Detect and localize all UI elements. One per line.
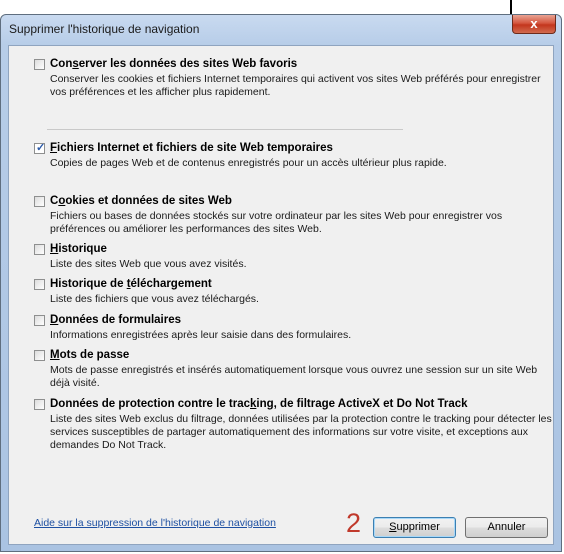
checkbox-formulaires[interactable] [34, 315, 45, 326]
checkbox-tracking[interactable] [34, 399, 45, 410]
dialog-body: Conserver les données des sites Web favo… [8, 45, 554, 545]
option-description: Informations enregistrées après leur sai… [50, 329, 352, 341]
checkbox-telechargement[interactable] [34, 279, 45, 290]
option-label[interactable]: Fichiers Internet et fichiers de site We… [50, 142, 333, 154]
dialog-window: Supprimer l'historique de navigation x C… [0, 14, 562, 552]
cancel-button[interactable]: Annuler [465, 517, 548, 538]
separator [47, 129, 403, 130]
checkbox-temp[interactable]: ✓ [34, 142, 46, 154]
option-description: Mots de passe enregistrés et insérés aut… [50, 364, 538, 389]
option-label[interactable]: Mots de passe [50, 349, 129, 361]
background-mark [510, 0, 512, 14]
cancel-button-label: Annuler [487, 521, 526, 533]
option-description: Liste des sites Web que vous avez visité… [50, 258, 247, 270]
annotation-number: 2 [346, 508, 362, 538]
help-link[interactable]: Aide sur la suppression de l'historique … [34, 517, 276, 529]
window-title: Supprimer l'historique de navigation [9, 22, 200, 36]
option-label[interactable]: Historique de téléchargement [50, 278, 212, 290]
option-description: Conserver les cookies et fichiers Intern… [50, 73, 541, 98]
checkbox-favoris[interactable] [34, 59, 45, 70]
option-label[interactable]: Historique [50, 243, 107, 255]
option-description: Liste des fichiers que vous avez télécha… [50, 293, 259, 305]
option-label[interactable]: Conserver les données des sites Web favo… [50, 58, 297, 70]
option-description: Copies de pages Web et de contenus enreg… [50, 157, 447, 169]
checkbox-cookies[interactable] [34, 196, 45, 207]
close-button[interactable]: x [512, 15, 556, 34]
checkbox-motsdepasse[interactable] [34, 350, 45, 361]
delete-button-label: Supprimer [389, 521, 440, 533]
option-label[interactable]: Données de formulaires [50, 314, 181, 326]
check-icon: ✓ [36, 142, 46, 154]
close-icon: x [530, 16, 538, 31]
option-description: Fichiers ou bases de données stockés sur… [50, 210, 503, 235]
option-label[interactable]: Données de protection contre le tracking… [50, 398, 468, 410]
option-label[interactable]: Cookies et données de sites Web [50, 195, 232, 207]
title-bar[interactable]: Supprimer l'historique de navigation x [1, 15, 561, 45]
delete-button[interactable]: Supprimer [373, 517, 456, 538]
option-description: Liste des sites Web exclus du filtrage, … [50, 413, 552, 451]
checkbox-historique[interactable] [34, 244, 45, 255]
